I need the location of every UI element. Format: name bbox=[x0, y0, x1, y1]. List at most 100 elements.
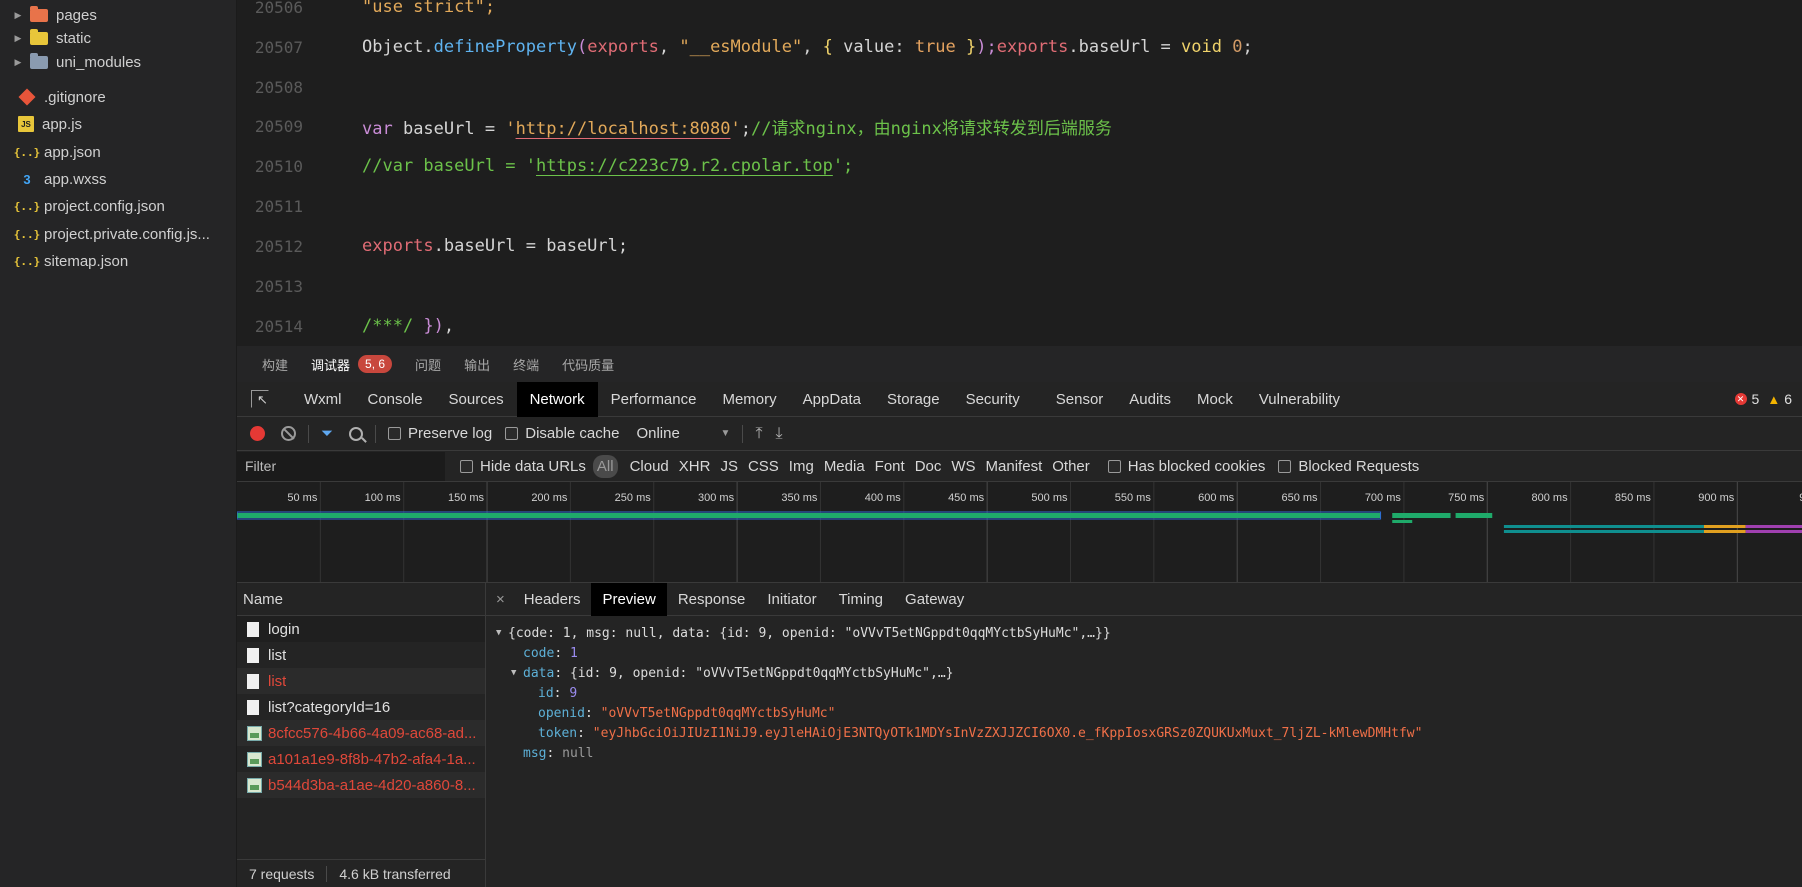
filter-type-ws[interactable]: WS bbox=[951, 458, 975, 475]
js-icon: JS bbox=[18, 116, 34, 132]
disable-cache-checkbox[interactable]: Disable cache bbox=[505, 425, 619, 442]
column-header-name[interactable]: Name bbox=[237, 583, 485, 616]
request-row[interactable]: b544d3ba-a1ae-4d20-a860-8... bbox=[237, 772, 485, 798]
tree-item-sitemap[interactable]: {..} sitemap.json bbox=[0, 248, 237, 274]
tab-headers[interactable]: Headers bbox=[513, 583, 592, 616]
filter-type-doc[interactable]: Doc bbox=[915, 458, 942, 475]
code-editor[interactable]: 20506 "use strict"; 20507 Object.defineP… bbox=[237, 0, 1802, 346]
filter-icon[interactable]: ⏷ bbox=[321, 425, 333, 442]
code-line[interactable]: 20512 exports.baseUrl = baseUrl; bbox=[237, 226, 1802, 266]
tree-item-static[interactable]: ▶ static bbox=[0, 25, 237, 51]
tree-item-project-config[interactable]: {..} project.config.json bbox=[0, 193, 237, 219]
timeline-tick-label: 750 ms bbox=[1448, 492, 1485, 504]
tab-sensor[interactable]: Sensor bbox=[1043, 382, 1117, 417]
expand-triangle-icon[interactable]: ▼ bbox=[511, 668, 523, 678]
tab-build[interactable]: 构建 bbox=[262, 355, 288, 374]
tab-storage[interactable]: Storage bbox=[874, 382, 953, 417]
json-root-row[interactable]: ▼ {code: 1, msg: null, data: {id: 9, open… bbox=[486, 623, 1802, 643]
hide-data-urls-checkbox[interactable]: Hide data URLs bbox=[460, 458, 586, 475]
checkbox-icon[interactable] bbox=[1278, 459, 1292, 473]
throttling-select[interactable]: Online ▼ bbox=[636, 425, 730, 442]
filter-type-xhr[interactable]: XHR bbox=[679, 458, 711, 475]
checkbox-icon[interactable] bbox=[388, 427, 402, 440]
checkbox-icon[interactable] bbox=[460, 459, 473, 473]
line-number: 20508 bbox=[254, 77, 303, 97]
blocked-requests-checkbox[interactable]: Blocked Requests bbox=[1278, 458, 1419, 475]
tree-item-app-json[interactable]: {..} app.json bbox=[0, 139, 237, 165]
toolbar-divider bbox=[308, 424, 309, 443]
tab-security[interactable]: Security bbox=[953, 382, 1033, 417]
request-row[interactable]: a101a1e9-8f8b-47b2-afa4-1a... bbox=[237, 746, 485, 772]
request-row[interactable]: list?categoryId=16 bbox=[237, 694, 485, 720]
filter-type-other[interactable]: Other bbox=[1052, 458, 1090, 475]
json-row[interactable]: ▼ data: {id: 9, openid: "oVVvT5etNGppdt0q… bbox=[486, 663, 1802, 683]
tree-item-gitignore[interactable]: .gitignore bbox=[0, 84, 237, 110]
tab-sources[interactable]: Sources bbox=[436, 382, 517, 417]
code-line[interactable]: 20513 bbox=[237, 266, 1802, 306]
tab-response[interactable]: Response bbox=[667, 583, 757, 616]
url-link[interactable]: http://localhost:8080 bbox=[516, 119, 731, 139]
checkbox-icon[interactable] bbox=[1107, 459, 1121, 473]
tab-memory[interactable]: Memory bbox=[709, 382, 789, 417]
network-timeline-overview[interactable]: 50 ms 100 ms 150 ms 200 ms 250 ms 300 ms 350 m… bbox=[237, 482, 1802, 583]
tab-timing[interactable]: Timing bbox=[828, 583, 894, 616]
tab-vulnerability[interactable]: Vulnerability bbox=[1246, 382, 1353, 417]
filter-type-css[interactable]: CSS bbox=[748, 458, 779, 475]
filter-type-js[interactable]: JS bbox=[720, 458, 738, 475]
tab-mock[interactable]: Mock bbox=[1184, 382, 1246, 417]
code-line[interactable]: 20508 bbox=[237, 67, 1802, 107]
filter-type-font[interactable]: Font bbox=[875, 458, 905, 475]
tab-appdata[interactable]: AppData bbox=[790, 382, 874, 417]
network-filter-bar: Hide data URLs All Cloud XHR JS CSS Img … bbox=[237, 451, 1802, 482]
tab-performance[interactable]: Performance bbox=[598, 382, 710, 417]
code-line[interactable]: 20510 //var baseUrl = 'https://c223c79.r… bbox=[237, 146, 1802, 186]
tab-gateway[interactable]: Gateway bbox=[894, 583, 975, 616]
url-link[interactable]: https://c223c79.r2.cpolar.top bbox=[536, 156, 833, 176]
tab-output[interactable]: 输出 bbox=[464, 355, 490, 374]
tab-wxml[interactable]: Wxml bbox=[291, 382, 355, 417]
chevron-right-icon[interactable]: ▶ bbox=[12, 33, 24, 44]
expand-triangle-icon[interactable]: ▼ bbox=[496, 628, 508, 638]
request-row[interactable]: list bbox=[237, 642, 485, 668]
clear-icon[interactable] bbox=[281, 426, 296, 441]
issue-counter[interactable]: ✕ 5 ▲ 6 bbox=[1734, 391, 1792, 407]
filter-type-manifest[interactable]: Manifest bbox=[986, 458, 1043, 475]
filter-type-media[interactable]: Media bbox=[824, 458, 865, 475]
tab-preview[interactable]: Preview bbox=[591, 583, 667, 616]
code-line[interactable]: 20511 bbox=[237, 186, 1802, 226]
record-icon[interactable] bbox=[250, 426, 265, 441]
tab-problems[interactable]: 问题 bbox=[415, 355, 441, 374]
has-blocked-cookies-checkbox[interactable]: Has blocked cookies bbox=[1107, 458, 1265, 475]
tab-code-quality[interactable]: 代码质量 bbox=[562, 355, 614, 374]
code-line[interactable]: 20506 "use strict"; bbox=[237, 0, 1802, 27]
tree-item-app-js[interactable]: JS app.js bbox=[0, 111, 237, 137]
tree-item-app-wxss[interactable]: 3 app.wxss bbox=[0, 166, 237, 192]
request-row[interactable]: 8cfcc576-4b66-4a09-ac68-ad... bbox=[237, 720, 485, 746]
export-har-icon[interactable]: ⤓ bbox=[776, 425, 783, 443]
chevron-right-icon[interactable]: ▶ bbox=[12, 10, 24, 21]
tab-audits[interactable]: Audits bbox=[1116, 382, 1184, 417]
filter-input[interactable] bbox=[237, 451, 445, 481]
preserve-log-checkbox[interactable]: Preserve log bbox=[388, 425, 492, 442]
tab-debugger[interactable]: 调试器 5, 6 bbox=[311, 355, 393, 374]
tab-console[interactable]: Console bbox=[355, 382, 436, 417]
close-icon[interactable]: × bbox=[496, 591, 505, 608]
search-icon[interactable] bbox=[349, 426, 364, 441]
filter-type-cloud[interactable]: Cloud bbox=[630, 458, 669, 475]
code-line[interactable]: 20509 var baseUrl = 'http://localhost:80… bbox=[237, 106, 1802, 146]
checkbox-icon[interactable] bbox=[505, 427, 519, 440]
request-row[interactable]: login bbox=[237, 616, 485, 642]
inspect-element-icon[interactable] bbox=[251, 390, 269, 408]
filter-type-img[interactable]: Img bbox=[789, 458, 814, 475]
tab-terminal[interactable]: 终端 bbox=[513, 355, 539, 374]
tree-item-uni-modules[interactable]: ▶ uni_modules bbox=[0, 49, 237, 75]
filter-type-all[interactable]: All bbox=[592, 454, 618, 478]
code-line[interactable]: 20507 Object.defineProperty(exports, "__… bbox=[237, 27, 1802, 67]
request-row[interactable]: list bbox=[237, 668, 485, 694]
tab-network[interactable]: Network bbox=[516, 381, 598, 417]
tree-item-project-private-config[interactable]: {..} project.private.config.js... bbox=[0, 221, 237, 247]
tab-initiator[interactable]: Initiator bbox=[756, 583, 827, 616]
code-line[interactable]: 20514 /***/ }), bbox=[237, 306, 1802, 346]
import-har-icon[interactable]: ⤒ bbox=[755, 425, 762, 443]
chevron-right-icon[interactable]: ▶ bbox=[12, 57, 24, 68]
